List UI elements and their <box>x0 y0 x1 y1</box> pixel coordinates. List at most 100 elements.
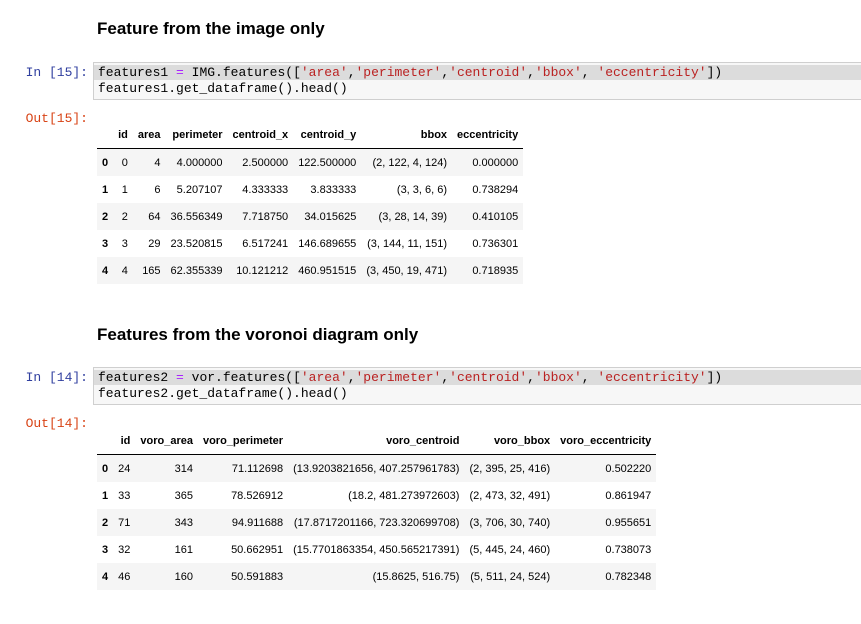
table-cell: 62.355339 <box>170 264 223 277</box>
table-cell: 0.736301 <box>472 237 519 250</box>
column-header: perimeter <box>165 122 228 149</box>
table-row: 3 3 29 23.520815 6.517241 146.689655 (3, 144, … <box>97 230 524 257</box>
table-cell: 29 <box>148 237 161 250</box>
table-cell: (3, 450, 19, 471) <box>366 264 448 277</box>
row-index: 3 <box>102 543 109 556</box>
table-cell: (3, 3, 6, 6) <box>396 183 448 196</box>
table-cell: 3 <box>121 237 128 250</box>
table-cell: 0.000000 <box>472 156 519 169</box>
table-cell: (5, 445, 24, 460) <box>469 543 551 556</box>
table-header-row: id area perimeter centroid_x centroid_y bbox e… <box>97 122 524 149</box>
table-cell: 165 <box>142 264 161 277</box>
section-heading-voronoi-features: Features from the voronoi diagram only <box>97 325 419 344</box>
table-cell: 64 <box>148 210 161 223</box>
table-cell: 32 <box>118 543 131 556</box>
column-header: id <box>113 428 136 455</box>
table-row: 2 2 64 36.556349 7.718750 34.015625 (3, 28, 14… <box>97 203 524 230</box>
table-row: 3 32 161 50.662951 (15.7701863354, 450.56521… <box>97 536 657 563</box>
table-cell: 7.718750 <box>242 210 289 223</box>
code-cell-14[interactable]: features2 = vor.features(['area','perime… <box>93 367 861 405</box>
table-cell: 71.112698 <box>231 462 284 475</box>
column-header: voro_perimeter <box>197 428 289 455</box>
table-cell: 0.782348 <box>605 570 652 583</box>
output-prompt-14: Out[14]: <box>25 416 88 431</box>
table-row: 2 71 343 94.911688 (17.8717201166, 723.32069… <box>97 509 657 536</box>
row-index: 4 <box>102 264 109 277</box>
table-cell: 2 <box>121 210 128 223</box>
table-row: 1 33 365 78.526912 (18.2, 481.273972603) (2, … <box>97 482 657 509</box>
row-index: 1 <box>102 489 109 502</box>
column-header: voro_bbox <box>464 428 556 455</box>
table-row: 4 4 165 62.355339 10.121212 460.951515 (3, 450… <box>97 257 524 284</box>
table-cell: (5, 511, 24, 524) <box>470 570 551 583</box>
table-cell: (17.8717201166, 723.320699708) <box>293 516 460 529</box>
column-header: centroid_y <box>293 122 362 149</box>
column-header: voro_area <box>135 428 198 455</box>
table-cell: 314 <box>174 462 193 475</box>
dataframe-table-voronoi-features: id voro_area voro_perimeter voro_centroid vo… <box>97 428 657 590</box>
table-cell: (3, 28, 14, 39) <box>378 210 448 223</box>
column-header: bbox <box>361 122 453 149</box>
table-cell: (15.7701863354, 450.565217391) <box>293 543 460 556</box>
table-cell: 71 <box>118 516 131 529</box>
table-cell: 94.911688 <box>231 516 284 529</box>
table-cell: (3, 706, 30, 740) <box>469 516 551 529</box>
table-cell: 6.517241 <box>242 237 289 250</box>
section-heading-image-features: Feature from the image only <box>97 19 325 38</box>
table-row: 0 24 314 71.112698 (13.9203821656, 407.25796… <box>97 454 657 482</box>
table-cell: 0.738073 <box>605 543 652 556</box>
code-line: features2.get_dataframe().head() <box>98 386 348 401</box>
table-cell: 50.662951 <box>231 543 284 556</box>
table-cell: 78.526912 <box>231 489 284 502</box>
column-header: voro_eccentricity <box>555 428 657 455</box>
column-header: eccentricity <box>452 122 524 149</box>
row-index: 3 <box>102 237 109 250</box>
input-prompt-15: In [15]: <box>25 65 88 80</box>
column-header: centroid_x <box>227 122 294 149</box>
table-cell: 0.410105 <box>472 210 519 223</box>
table-row: 4 46 160 50.591883 (15.8625, 516.75) (5, 511,… <box>97 563 657 590</box>
table-cell: 0.861947 <box>605 489 652 502</box>
column-header: id <box>113 122 133 149</box>
input-prompt-14: In [14]: <box>25 370 88 385</box>
table-cell: 160 <box>174 570 193 583</box>
table-cell: 146.689655 <box>298 237 357 250</box>
table-cell: (15.8625, 516.75) <box>372 570 460 583</box>
table-cell: (18.2, 481.273972603) <box>348 489 460 502</box>
table-cell: 0.718935 <box>472 264 519 277</box>
table-cell: 33 <box>118 489 131 502</box>
table-cell: 34.015625 <box>304 210 357 223</box>
table-cell: 161 <box>174 543 193 556</box>
code-line: features2 = vor.features(['area','perime… <box>94 370 861 385</box>
row-index: 2 <box>102 516 109 529</box>
table-cell: 6 <box>154 183 161 196</box>
table-cell: (13.9203821656, 407.257961783) <box>293 462 460 475</box>
table-cell: 460.951515 <box>298 264 357 277</box>
table-cell: 36.556349 <box>170 210 223 223</box>
table-cell: (3, 144, 11, 151) <box>367 237 448 250</box>
column-header: voro_centroid <box>288 428 465 455</box>
code-cell-15[interactable]: features1 = IMG.features(['area','perime… <box>93 62 861 100</box>
row-index: 4 <box>102 570 109 583</box>
table-cell: 3.833333 <box>310 183 357 196</box>
code-line: features1 = IMG.features(['area','perime… <box>94 65 861 80</box>
table-cell: 5.207107 <box>176 183 223 196</box>
table-cell: (2, 395, 25, 416) <box>469 462 551 475</box>
table-header-row: id voro_area voro_perimeter voro_centroid vo… <box>97 428 657 455</box>
table-cell: 0.738294 <box>472 183 519 196</box>
table-cell: 0.955651 <box>605 516 652 529</box>
table-cell: 0.502220 <box>605 462 652 475</box>
table-row: 1 1 6 5.207107 4.333333 3.833333 (3, 3, 6, 6) 0… <box>97 176 524 203</box>
table-cell: 0 <box>121 156 128 169</box>
code-line: features1.get_dataframe().head() <box>98 81 348 96</box>
row-index: 1 <box>102 183 109 196</box>
row-index: 0 <box>102 156 109 169</box>
table-cell: 24 <box>118 462 131 475</box>
table-cell: 2.500000 <box>242 156 289 169</box>
table-cell: 50.591883 <box>231 570 284 583</box>
output-prompt-15: Out[15]: <box>25 111 88 126</box>
table-cell: 4 <box>121 264 128 277</box>
table-cell: 343 <box>174 516 193 529</box>
column-header <box>97 122 114 149</box>
table-row: 0 0 4 4.000000 2.500000 122.500000 (2, 122, 4,… <box>97 148 524 176</box>
